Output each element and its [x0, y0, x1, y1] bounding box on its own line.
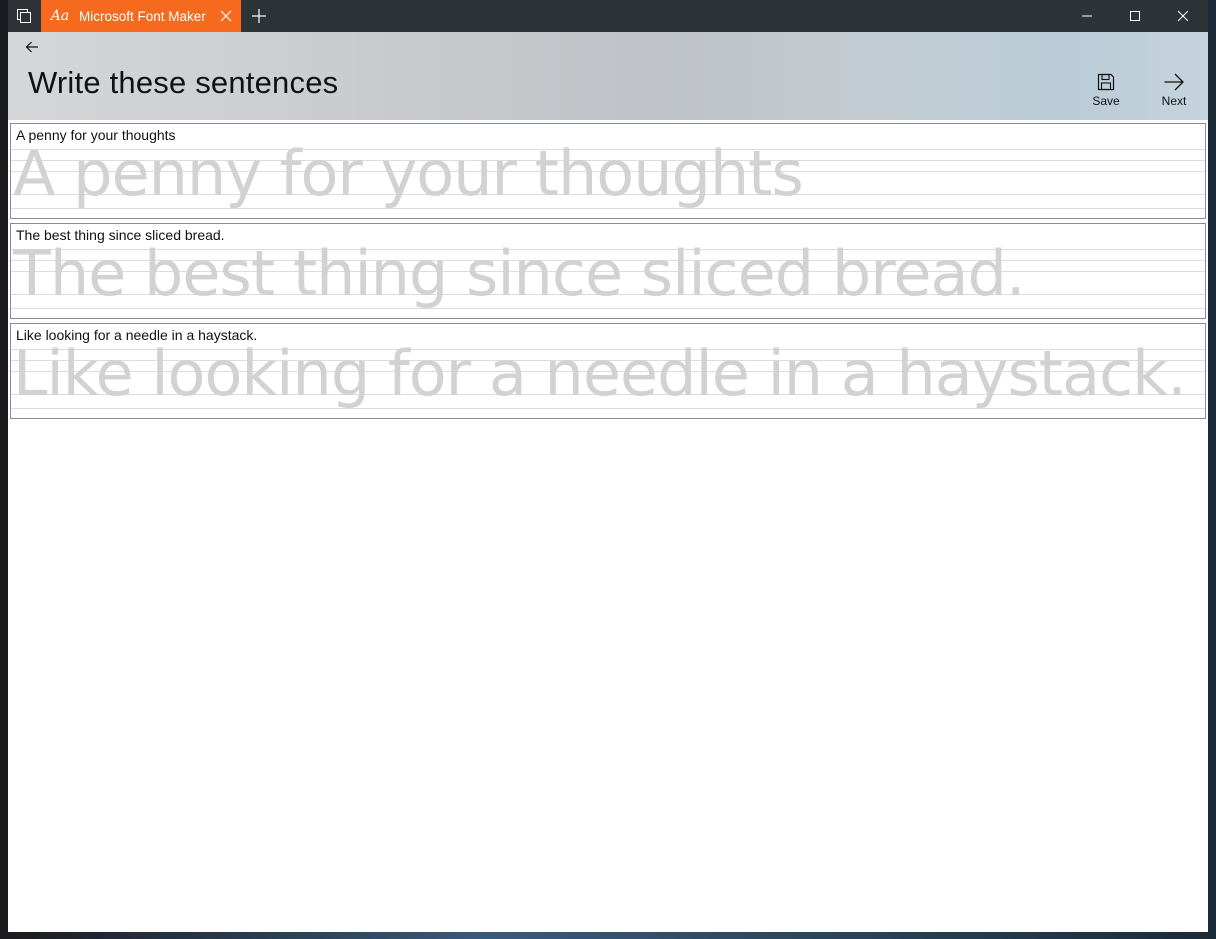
- tab-title: Microsoft Font Maker: [79, 8, 206, 24]
- sentence-label: A penny for your thoughts: [16, 127, 176, 143]
- new-tab-button[interactable]: [244, 0, 274, 32]
- save-label: Save: [1092, 94, 1120, 108]
- save-icon: [1097, 73, 1115, 91]
- sentence-writing-area[interactable]: A penny for your thoughts A penny for yo…: [10, 123, 1206, 219]
- tab-close-button[interactable]: [211, 0, 241, 32]
- sentence-writing-area[interactable]: The best thing since sliced bread. The b…: [10, 223, 1206, 319]
- maximize-icon: [1130, 11, 1140, 21]
- page-header: Write these sentences Save Next: [8, 32, 1208, 120]
- back-arrow-icon: [25, 41, 38, 53]
- save-button[interactable]: Save: [1078, 72, 1134, 116]
- close-icon: [220, 10, 232, 22]
- window-close-button[interactable]: [1160, 0, 1206, 32]
- tab-list-button[interactable]: [8, 0, 40, 32]
- page-title: Write these sentences: [28, 65, 339, 100]
- minimize-button[interactable]: [1064, 0, 1110, 32]
- sentence-writing-area[interactable]: Like looking for a needle in a haystack.…: [10, 323, 1206, 419]
- plus-icon: [252, 9, 266, 23]
- forward-arrow-icon: [1164, 73, 1184, 91]
- maximize-button[interactable]: [1112, 0, 1158, 32]
- app-window: Aa Microsoft Font Maker Write these sent…: [8, 0, 1208, 932]
- font-maker-icon: Aa: [50, 8, 70, 24]
- next-button[interactable]: Next: [1146, 72, 1202, 116]
- close-icon: [1177, 10, 1189, 22]
- sentence-guide-text: A penny for your thoughts: [13, 137, 804, 210]
- minimize-icon: [1082, 15, 1092, 17]
- tab-font-maker[interactable]: Aa Microsoft Font Maker: [41, 0, 241, 32]
- sentence-guide-text: The best thing since sliced bread.: [13, 237, 1026, 310]
- next-label: Next: [1161, 94, 1187, 108]
- sentence-label: Like looking for a needle in a haystack.: [16, 327, 258, 343]
- sentence-label: The best thing since sliced bread.: [16, 227, 225, 243]
- sentence-guide-text: Like looking for a needle in a haystack.: [13, 337, 1187, 410]
- title-bar: Aa Microsoft Font Maker: [8, 0, 1208, 32]
- tab-list-icon: [17, 9, 31, 23]
- back-button[interactable]: [20, 36, 44, 58]
